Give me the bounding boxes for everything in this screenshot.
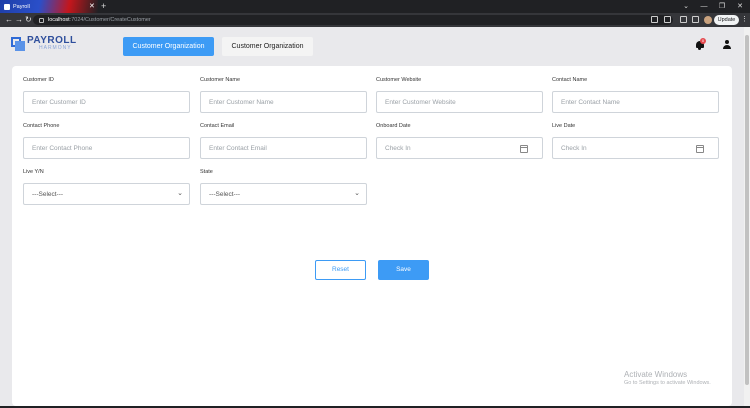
field-contact-name: Contact Name <box>552 77 719 113</box>
new-tab-button[interactable]: + <box>101 0 106 13</box>
field-contact-phone: Contact Phone <box>23 123 190 159</box>
chevron-down-icon: ⌄ <box>177 190 183 197</box>
browser-tab[interactable]: Payroll ✕ <box>0 0 98 13</box>
window-close-button[interactable]: ✕ <box>731 0 749 13</box>
contact-phone-label: Contact Phone <box>23 123 60 129</box>
customer-id-input[interactable] <box>32 98 172 106</box>
app-header: PAYROLL HARMONY Customer Organization Cu… <box>0 27 744 65</box>
url-path: :7024/Customer/CreateCustomer <box>69 17 151 23</box>
field-contact-email: Contact Email <box>200 123 367 159</box>
profile-avatar[interactable] <box>704 16 712 24</box>
calendar-icon[interactable] <box>696 145 704 153</box>
favicon-icon <box>4 3 10 10</box>
field-live-yn: Live Y/N ---Select--- ⌄ <box>23 169 190 205</box>
live-date-input[interactable] <box>561 144 701 152</box>
logo-subtitle: HARMONY <box>39 45 72 51</box>
browser-tab-bar: Payroll ✕ + ⌄ — ❐ ✕ <box>0 0 750 13</box>
watermark-title: Activate Windows <box>624 370 688 379</box>
live-yn-value: ---Select--- <box>32 190 64 198</box>
browser-toolbar: ← → ↻ localhost:7024/Customer/CreateCust… <box>0 13 750 27</box>
onboard-date-label: Onboard Date <box>376 123 411 129</box>
notification-badge: 0 <box>700 38 706 44</box>
tab-title: Payroll <box>13 3 30 10</box>
customer-name-input[interactable] <box>209 98 349 106</box>
reload-button[interactable]: ↻ <box>25 14 32 26</box>
reset-button[interactable]: Reset <box>315 260 366 280</box>
windows-activation-watermark: Activate Windows Go to Settings to activ… <box>624 370 711 386</box>
contact-name-label: Contact Name <box>552 77 588 83</box>
tab-customer-organization[interactable]: Customer Organization <box>222 37 313 56</box>
contact-name-input[interactable] <box>561 98 701 106</box>
field-live-date: Live Date <box>552 123 719 159</box>
url-host: localhost <box>48 17 70 23</box>
customer-id-label: Customer ID <box>23 77 54 83</box>
live-date-label: Live Date <box>552 123 576 129</box>
watermark-subtitle: Go to Settings to activate Windows. <box>624 380 711 386</box>
field-state: State ---Select--- ⌄ <box>200 169 367 205</box>
state-label: State <box>200 169 213 175</box>
chevron-down-icon: ⌄ <box>354 190 360 197</box>
save-button[interactable]: Save <box>378 260 429 280</box>
lock-icon <box>39 17 44 23</box>
state-value: ---Select--- <box>209 190 241 198</box>
forward-button[interactable]: → <box>15 14 23 26</box>
state-select[interactable]: ---Select--- ⌄ <box>200 183 367 205</box>
field-customer-name: Customer Name <box>200 77 367 113</box>
customer-website-label: Customer Website <box>376 77 422 83</box>
contact-email-label: Contact Email <box>200 123 235 129</box>
tab-customer-organization-active[interactable]: Customer Organization <box>123 37 214 56</box>
side-panel-icon[interactable] <box>692 16 699 23</box>
bookmark-star-icon[interactable] <box>664 16 671 23</box>
field-onboard-date: Onboard Date <box>376 123 543 159</box>
user-icon[interactable] <box>722 40 732 50</box>
update-button[interactable]: Update <box>714 15 739 25</box>
customer-form-card: Customer ID Customer Name Customer Websi… <box>12 66 732 406</box>
field-customer-website: Customer Website <box>376 77 543 113</box>
contact-phone-input[interactable] <box>32 144 172 152</box>
back-button[interactable]: ← <box>5 14 13 26</box>
customer-website-input[interactable] <box>385 98 525 106</box>
calendar-icon[interactable] <box>520 145 528 153</box>
minimize-button[interactable]: — <box>695 0 713 13</box>
maximize-button[interactable]: ❐ <box>713 0 731 13</box>
live-yn-label: Live Y/N <box>23 169 44 175</box>
logo-mark-icon <box>11 36 25 51</box>
field-customer-id: Customer ID <box>23 77 190 113</box>
address-bar[interactable]: localhost:7024/Customer/CreateCustomer <box>33 15 673 25</box>
onboard-date-input[interactable] <box>385 144 525 152</box>
tab-close-icon[interactable]: ✕ <box>89 2 95 11</box>
share-icon[interactable] <box>651 16 658 23</box>
live-yn-select[interactable]: ---Select--- ⌄ <box>23 183 190 205</box>
url-text: localhost:7024/Customer/CreateCustomer <box>48 17 151 23</box>
app-logo[interactable]: PAYROLL HARMONY <box>11 36 77 51</box>
contact-email-input[interactable] <box>209 144 349 152</box>
scrollbar-thumb[interactable] <box>745 35 749 385</box>
extensions-icon[interactable] <box>680 16 687 23</box>
page-scrollbar[interactable] <box>744 27 750 406</box>
browser-menu-icon[interactable]: ⋮ <box>741 15 748 25</box>
customer-name-label: Customer Name <box>200 77 241 83</box>
tab-search-icon[interactable]: ⌄ <box>677 0 695 13</box>
